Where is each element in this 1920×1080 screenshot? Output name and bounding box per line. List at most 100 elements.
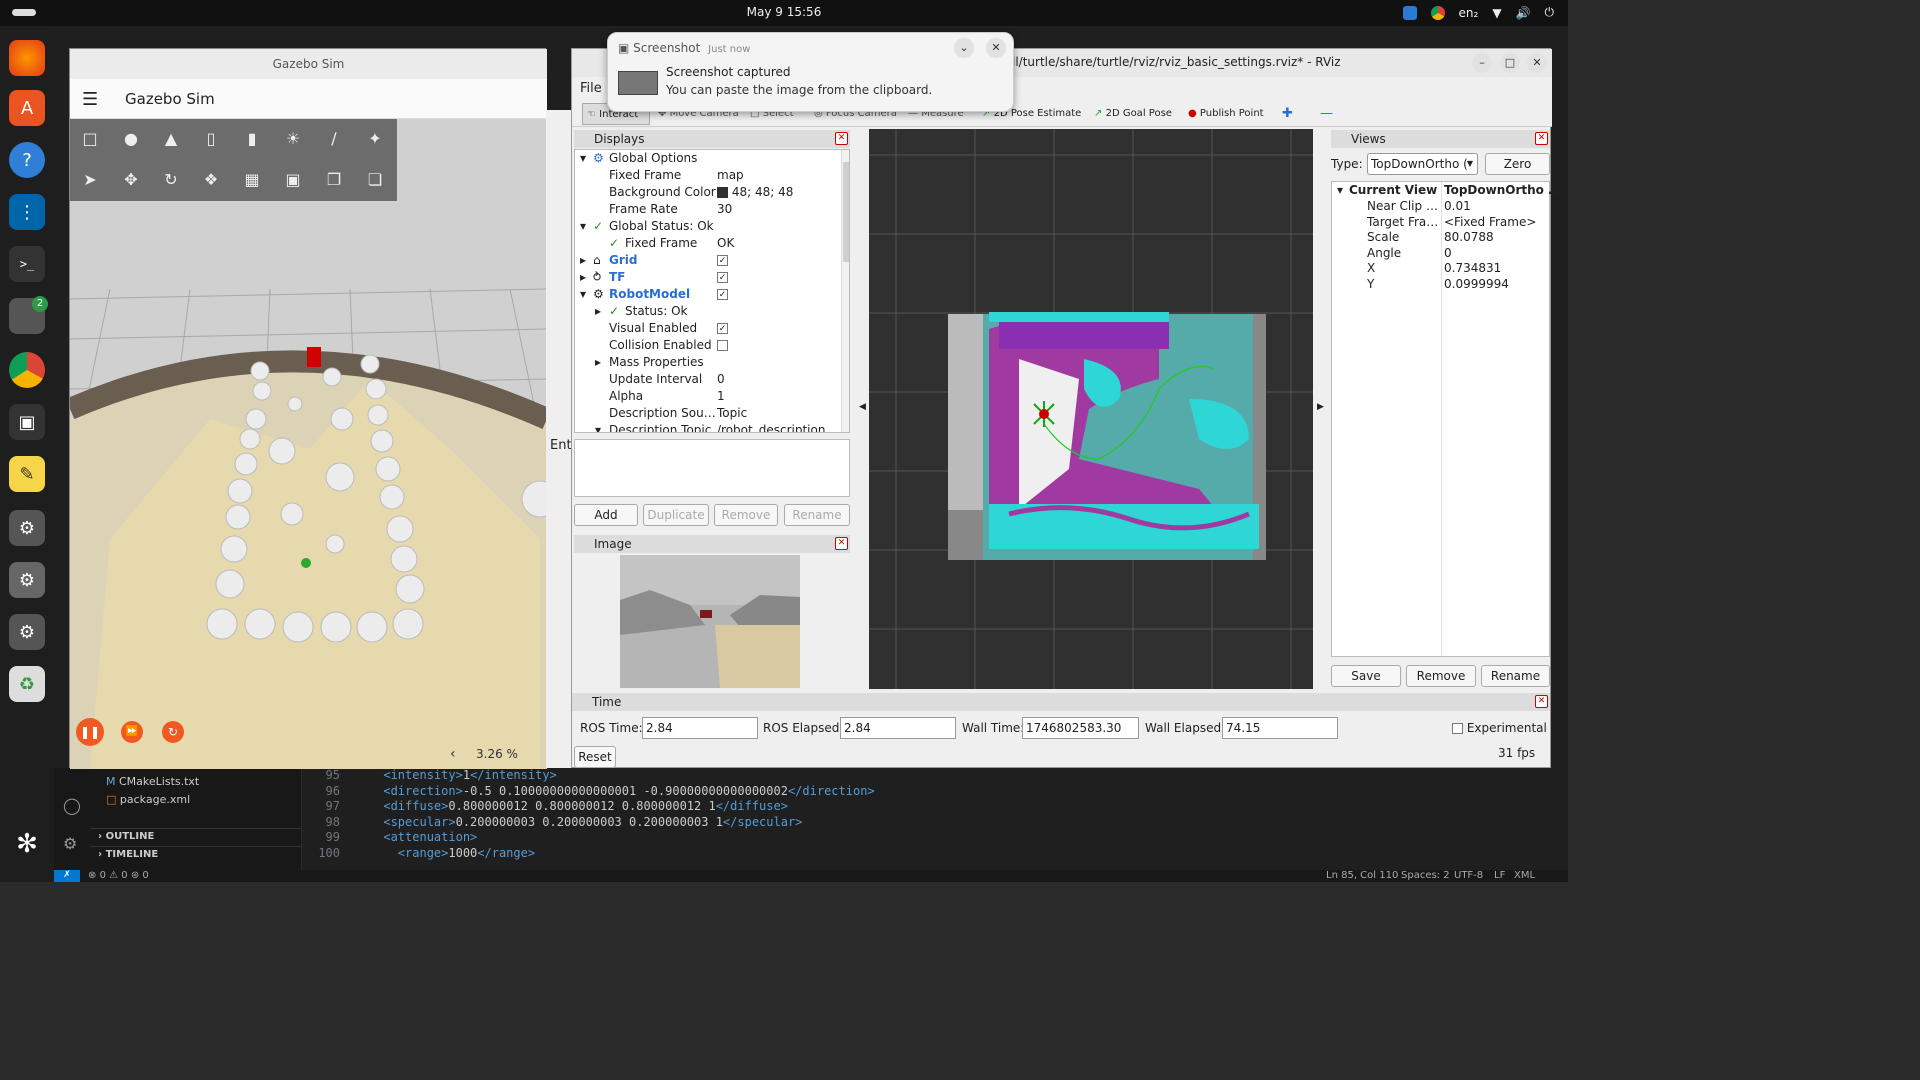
tree-description-source[interactable]: Description Sou… Topic xyxy=(575,405,841,422)
zero-button[interactable]: Zero xyxy=(1485,153,1550,175)
save-view-button[interactable]: Save xyxy=(1331,665,1401,687)
transform-icon[interactable]: ❖ xyxy=(200,168,222,190)
hamburger-menu-icon[interactable]: ☰ xyxy=(82,89,98,110)
grid-snap-icon[interactable]: ▦ xyxy=(241,168,263,190)
screenshot-tray-icon[interactable] xyxy=(1402,5,1417,20)
remove-tool-icon[interactable]: — xyxy=(1320,106,1333,121)
rename-view-button[interactable]: Rename xyxy=(1481,665,1550,687)
add-tool-icon[interactable]: ✚ xyxy=(1282,106,1293,121)
tree-fixed-frame[interactable]: Fixed Frame map xyxy=(575,167,841,184)
tree-update-interval[interactable]: Update Interval 0 xyxy=(575,371,841,388)
show-apps-icon[interactable]: ✻ xyxy=(9,826,45,862)
paste-icon[interactable]: ❏ xyxy=(364,168,386,190)
copy-icon[interactable]: ❐ xyxy=(323,168,345,190)
tree-mass-properties[interactable]: ▸ Mass Properties xyxy=(575,354,841,371)
cylinder-shape-icon[interactable]: ▯ xyxy=(200,127,222,149)
tool-publish-point[interactable]: ● Publish Point xyxy=(1188,108,1264,119)
reset-time-button[interactable]: Reset xyxy=(574,746,616,768)
left-dock-splitter[interactable]: ◀ xyxy=(854,127,870,689)
ros-time-field[interactable]: 2.84 xyxy=(642,717,758,739)
chrome-tray-icon[interactable] xyxy=(1430,5,1445,20)
archive-icon[interactable]: ▣ xyxy=(9,404,45,440)
code-editor[interactable]: 95 <intensity>1</intensity> 96 <directio… xyxy=(304,768,1564,870)
tree-tf[interactable]: ▸ ⥁ TF ✓ xyxy=(575,269,841,286)
right-dock-splitter[interactable]: ▶ xyxy=(1313,127,1329,689)
collapse-right-arrow[interactable]: ▶ xyxy=(1317,402,1324,412)
sphere-shape-icon[interactable]: ● xyxy=(120,127,142,149)
close-notification-icon[interactable]: ✕ xyxy=(986,38,1006,58)
box-shape-icon[interactable]: □ xyxy=(79,127,101,149)
tree-grid[interactable]: ▸ ⌂ Grid ✓ xyxy=(575,252,841,269)
tree-visual-enabled[interactable]: Visual Enabled ✓ xyxy=(575,320,841,337)
system-tray[interactable]: en₂ ▼ 🔊 ⏻ xyxy=(1402,5,1555,20)
screenshot-camera-icon[interactable]: ▣ xyxy=(282,168,304,190)
rviz-3d-view[interactable] xyxy=(869,129,1313,689)
grid-checkbox[interactable]: ✓ xyxy=(717,255,728,266)
view-type-select[interactable]: TopDownOrtho ( ▼ xyxy=(1367,153,1478,175)
wifi-icon[interactable]: ▼ xyxy=(1492,6,1501,20)
close-button[interactable]: ✕ xyxy=(1527,53,1547,73)
wall-time-field[interactable]: 1746802583.30 xyxy=(1022,717,1139,739)
rename-display-button[interactable]: Rename xyxy=(784,504,850,526)
cursor-position[interactable]: Ln 85, Col 110 xyxy=(1326,870,1398,881)
settings-icon-3[interactable]: ⚙ xyxy=(9,614,45,650)
remote-indicator[interactable]: ✗ xyxy=(54,870,80,882)
terminal-icon[interactable]: >_ xyxy=(9,246,45,282)
ros-elapsed-field[interactable]: 2.84 xyxy=(840,717,956,739)
language-indicator[interactable]: en₂ xyxy=(1459,6,1479,20)
tree-description-topic[interactable]: ▾ Description Topic/robot_description xyxy=(575,422,841,432)
directional-light-icon[interactable]: ∕ xyxy=(323,127,345,149)
settings-icon[interactable]: ⚙ xyxy=(9,510,45,546)
chrome-icon[interactable] xyxy=(9,352,45,388)
spot-light-icon[interactable]: ✦ xyxy=(364,127,386,149)
panel-collapse-arrow[interactable]: ‹ xyxy=(450,746,456,762)
add-display-button[interactable]: Add xyxy=(574,504,638,526)
select-mode-icon[interactable]: ➤ xyxy=(79,168,101,190)
tree-alpha[interactable]: Alpha 1 xyxy=(575,388,841,405)
visual-enabled-checkbox[interactable]: ✓ xyxy=(717,323,728,334)
problems-indicator[interactable]: ⊗ 0 ⚠ 0 ⊛ 0 xyxy=(88,870,149,881)
tree-global-status[interactable]: ▾ ✓ Global Status: Ok xyxy=(575,218,841,235)
reset-button[interactable]: ↻ xyxy=(162,721,184,743)
clock[interactable]: May 9 15:56 xyxy=(0,5,1568,19)
wall-elapsed-field[interactable]: 74.15 xyxy=(1222,717,1338,739)
tree-robot-model[interactable]: ▾ ⚙ RobotModel ✓ xyxy=(575,286,841,303)
app-center-icon[interactable]: A xyxy=(9,90,45,126)
minimize-button[interactable]: – xyxy=(1472,53,1492,73)
rotate-mode-icon[interactable]: ↻ xyxy=(160,168,182,190)
gazebo-titlebar[interactable]: Gazebo Sim xyxy=(70,49,547,79)
trash-icon[interactable]: ♻ xyxy=(9,666,45,702)
close-image-icon[interactable]: ✕ xyxy=(835,537,848,550)
manage-gear-icon[interactable]: ⚙ xyxy=(63,834,77,853)
cone-shape-icon[interactable]: ▲ xyxy=(160,127,182,149)
translate-mode-icon[interactable]: ✥ xyxy=(120,168,142,190)
pause-button[interactable]: ❚❚ xyxy=(76,718,104,746)
timeline-section[interactable]: › TIMELINE xyxy=(90,846,302,862)
remove-display-button[interactable]: Remove xyxy=(714,504,778,526)
maximize-button[interactable]: □ xyxy=(1500,53,1520,73)
tree-collision-enabled[interactable]: Collision Enabled xyxy=(575,337,841,354)
point-light-icon[interactable]: ☀ xyxy=(282,127,304,149)
robotmodel-checkbox[interactable]: ✓ xyxy=(717,289,728,300)
screenshot-notification[interactable]: ▣ Screenshot Just now ⌄ ✕ Screenshot cap… xyxy=(607,32,1014,112)
close-displays-icon[interactable]: ✕ xyxy=(835,132,848,145)
eol[interactable]: LF xyxy=(1494,870,1505,881)
account-icon[interactable]: ◯ xyxy=(63,796,81,815)
menu-file[interactable]: File xyxy=(580,81,602,96)
volume-icon[interactable]: 🔊 xyxy=(1516,6,1531,20)
experimental-option[interactable]: Experimental xyxy=(1452,721,1547,735)
duplicate-display-button[interactable]: Duplicate xyxy=(643,504,709,526)
capsule-shape-icon[interactable]: ▮ xyxy=(241,127,263,149)
tree-background-color[interactable]: Background Color 48; 48; 48 xyxy=(575,184,841,201)
firefox-icon[interactable] xyxy=(9,40,45,76)
power-icon[interactable]: ⏻ xyxy=(1545,5,1555,20)
encoding[interactable]: UTF-8 xyxy=(1454,870,1483,881)
experimental-checkbox[interactable] xyxy=(1452,723,1463,734)
tree-frame-rate[interactable]: Frame Rate 30 xyxy=(575,201,841,218)
tree-status-fixed-frame[interactable]: ✓ Fixed Frame OK xyxy=(575,235,841,252)
tf-checkbox[interactable]: ✓ xyxy=(717,272,728,283)
gazebo-3d-scene[interactable] xyxy=(70,119,547,769)
step-button[interactable]: ⏩ xyxy=(121,721,143,743)
text-editor-icon[interactable]: ✎ xyxy=(9,456,45,492)
expand-notification-icon[interactable]: ⌄ xyxy=(954,38,974,58)
